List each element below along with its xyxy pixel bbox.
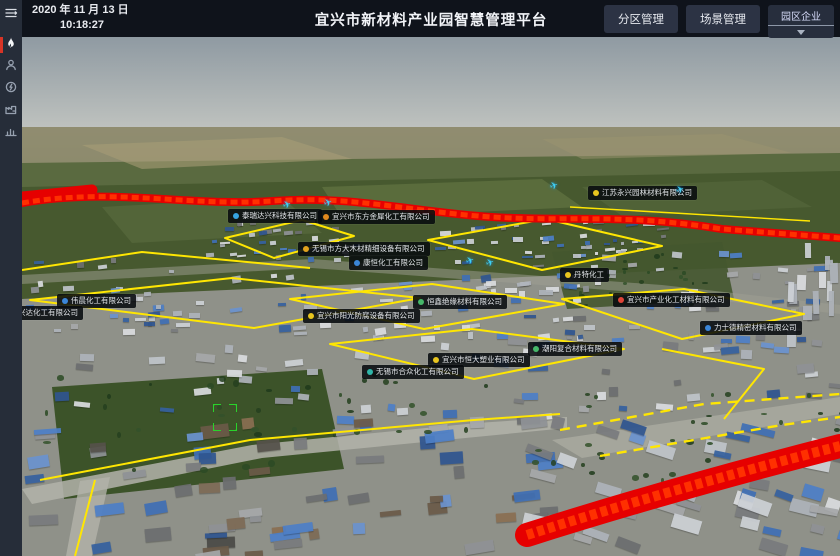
company-label-text: 宜兴市产业化工材料有限公司 — [627, 296, 725, 304]
company-marker-icon — [433, 357, 439, 363]
scene-management-button[interactable]: 场景管理 — [686, 5, 760, 33]
company-marker-icon — [354, 260, 360, 266]
sidebar-item-user[interactable] — [0, 56, 22, 78]
company-label[interactable]: 泰瑞达兴科技有限公司 — [228, 209, 322, 223]
selection-box — [213, 404, 237, 431]
park-enterprise-dropdown[interactable]: 园区企业 — [768, 5, 834, 38]
menu-icon — [4, 6, 18, 25]
sidebar-item-gauge[interactable] — [0, 78, 22, 100]
company-label-text: 恒鑫绝缘材料有限公司 — [427, 298, 502, 306]
zone-management-button[interactable]: 分区管理 — [604, 5, 678, 33]
company-label-text: 伟晨化工有限公司 — [71, 297, 131, 305]
company-marker-icon — [233, 213, 239, 219]
gauge-icon — [4, 80, 18, 99]
company-label-text: 康恒化工有限公司 — [363, 259, 423, 267]
company-label[interactable]: 宜兴市产业化工材料有限公司 — [613, 293, 730, 307]
company-marker-icon — [418, 299, 424, 305]
sidebar-item-menu[interactable] — [0, 4, 22, 26]
company-label[interactable]: 无锡市方大木材精细设备有限公司 — [298, 242, 430, 256]
header-controls: 分区管理 场景管理 园区企业 — [604, 5, 834, 38]
company-label-text: 宜兴市恒大塑业有限公司 — [442, 356, 525, 364]
company-marker-icon — [618, 297, 624, 303]
sidebar — [0, 0, 22, 556]
chevron-down-icon — [768, 26, 834, 38]
company-marker-icon — [367, 369, 373, 375]
bar-chart-icon — [4, 124, 18, 143]
park-enterprise-dropdown-label: 园区企业 — [768, 5, 834, 26]
factory-icon — [4, 102, 18, 121]
company-marker-icon — [308, 313, 314, 319]
company-label[interactable]: 康恒化工有限公司 — [349, 256, 428, 270]
map-labels-layer: 泰瑞达兴科技有限公司 宜兴市东方金犀化工有限公司无锡市方大木材精细设备有限公司康恒… — [22, 37, 840, 556]
company-label-text: 无锡市方大木材精细设备有限公司 — [312, 245, 425, 253]
company-label[interactable]: 兴达化工有限公司 — [22, 306, 83, 320]
aircraft-marker[interactable]: ✈ — [322, 197, 334, 210]
flame-icon — [4, 36, 18, 55]
header: 2020 年 11 月 13 日 10:18:27 宜兴市新材料产业园智慧管理平… — [22, 0, 840, 37]
user-icon — [4, 58, 18, 77]
company-label[interactable]: 恒鑫绝缘材料有限公司 — [413, 295, 507, 309]
company-label[interactable]: 力士德精密材料有限公司 — [700, 321, 802, 335]
company-marker-icon — [565, 272, 571, 278]
company-label-text: 泰瑞达兴科技有限公司 — [242, 212, 317, 220]
company-label-text: 潮阳复合材料有限公司 — [542, 345, 617, 353]
company-label-text: 宜兴市阳光防腐设备有限公司 — [317, 312, 415, 320]
sidebar-item-factory[interactable] — [0, 100, 22, 122]
company-label[interactable]: 宜兴市东方金犀化工有限公司 — [318, 210, 435, 224]
company-label[interactable]: 无锡市合众化工有限公司 — [362, 365, 464, 379]
map-3d-viewport[interactable]: 泰瑞达兴科技有限公司 宜兴市东方金犀化工有限公司无锡市方大木材精细设备有限公司康恒… — [22, 37, 840, 556]
company-label-text: 丹特化工 — [574, 271, 604, 279]
company-marker-icon — [705, 325, 711, 331]
company-label[interactable]: 丹特化工 — [560, 268, 609, 282]
company-marker-icon — [593, 190, 599, 196]
company-label-text: 无锡市合众化工有限公司 — [376, 368, 459, 376]
company-label-text: 力士德精密材料有限公司 — [714, 324, 797, 332]
aircraft-marker[interactable]: ✈ — [484, 257, 496, 270]
company-label-text: 宜兴市东方金犀化工有限公司 — [332, 213, 430, 221]
aircraft-marker[interactable]: ✈ — [464, 255, 476, 268]
company-label[interactable]: 潮阳复合材料有限公司 — [528, 342, 622, 356]
company-label[interactable]: 宜兴市阳光防腐设备有限公司 — [303, 309, 420, 323]
company-marker-icon — [323, 214, 329, 220]
company-marker-icon — [62, 298, 68, 304]
sidebar-item-fire[interactable] — [0, 34, 22, 56]
company-label-text: 兴达化工有限公司 — [22, 309, 78, 317]
company-marker-icon — [533, 346, 539, 352]
aircraft-marker[interactable]: ✈ — [548, 180, 560, 193]
company-marker-icon — [303, 246, 309, 252]
sidebar-item-stats[interactable] — [0, 122, 22, 144]
